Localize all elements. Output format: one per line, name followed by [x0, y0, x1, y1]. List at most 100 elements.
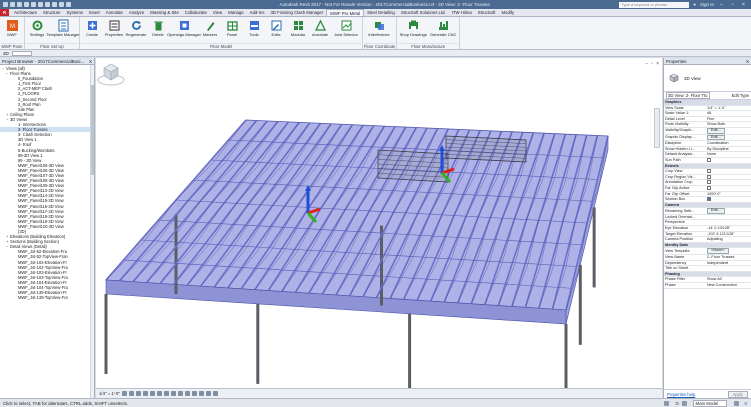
regenerate-button[interactable]: Regenerate: [125, 17, 147, 43]
generate-cnc-button[interactable]: Generate CNC: [428, 17, 458, 43]
property-checkbox[interactable]: [707, 180, 711, 185]
tab-annotate[interactable]: Annotate: [103, 9, 126, 16]
property-value[interactable]: New Construction: [706, 282, 751, 289]
type-selector[interactable]: 3D View: [664, 65, 751, 92]
view-control-icon[interactable]: [135, 391, 141, 396]
tab-massing-site[interactable]: Massing & Site: [147, 9, 182, 16]
ribbon-button-label: Delete: [152, 32, 164, 37]
tab-r[interactable]: R: [0, 9, 10, 16]
close-icon[interactable]: X: [89, 58, 92, 64]
quick-access-toolbar[interactable]: [0, 2, 150, 7]
tab-mwf-pro-metal[interactable]: MWF Pro Metal: [326, 9, 365, 16]
markers-button[interactable]: Markers: [199, 17, 221, 43]
search-input[interactable]: Type a keyword or phrase: [619, 1, 690, 8]
view-control-icon[interactable]: [191, 391, 197, 396]
tab-strucsoft[interactable]: StrucSoft: [475, 9, 499, 16]
view-control-icon[interactable]: [121, 391, 127, 396]
tab-systems[interactable]: Systems: [63, 9, 85, 16]
delete-button[interactable]: Delete: [147, 17, 169, 43]
viewcube-icon[interactable]: [96, 58, 126, 88]
tab-insert[interactable]: Insert: [86, 9, 103, 16]
interference-button[interactable]: Interference: [364, 17, 394, 43]
view-control-icon[interactable]: [198, 391, 204, 396]
sign-in-button[interactable]: Sign In: [700, 2, 714, 7]
property-edit-button[interactable]: Edit...: [707, 208, 725, 214]
tab-add-ins[interactable]: Add-Ins: [247, 9, 268, 16]
edit-type-button[interactable]: Edit Type: [732, 93, 749, 98]
browser-scrollbar[interactable]: [90, 65, 94, 398]
tab-3d-framing-clash-manager[interactable]: 3D Framing Clash Manager: [267, 9, 326, 16]
instance-selector[interactable]: 3D View: 2- Floor Tru: [666, 92, 710, 99]
property-checkbox[interactable]: [707, 174, 711, 179]
property-edit-button[interactable]: Edit...: [707, 134, 725, 140]
property-edit-button[interactable]: Edit...: [707, 127, 725, 134]
tab-steel-detailing[interactable]: Steel Detailing: [364, 9, 398, 16]
openings-manager-button[interactable]: Openings Manager: [167, 17, 201, 43]
options-field[interactable]: [11, 50, 32, 56]
settings-button[interactable]: Settings: [26, 17, 48, 43]
ribbon-button-label: Tools: [249, 32, 259, 37]
property-edit-button[interactable]: <None>: [707, 248, 729, 254]
maximize-button[interactable]: ▫: [729, 2, 736, 8]
view-control-icon[interactable]: [156, 391, 162, 396]
worksets-icon[interactable]: [663, 400, 669, 406]
view-minimize-icon[interactable]: −: [645, 61, 648, 67]
view-control-icon[interactable]: [177, 391, 183, 396]
mwf-button[interactable]: M MWF: [1, 17, 23, 43]
properties-button[interactable]: Properties: [103, 17, 125, 43]
annotate-button[interactable]: Annotate: [309, 17, 331, 43]
steel-column: [256, 303, 260, 384]
property-checkbox[interactable]: [707, 169, 711, 174]
3d-viewport[interactable]: − ▫ ×: [96, 58, 662, 388]
create-icon: [87, 21, 97, 30]
tools-icon: [249, 21, 259, 30]
shop-drawings-button[interactable]: Shop Drawings: [398, 17, 428, 43]
panel-button[interactable]: Panel: [221, 17, 243, 43]
tab-itw-hilma[interactable]: ITW Hilma: [449, 9, 475, 16]
tab-modify[interactable]: Modify: [498, 9, 517, 16]
close-window-button[interactable]: ×: [740, 2, 747, 8]
view-control-icon[interactable]: [205, 391, 211, 396]
edits-button[interactable]: Edits: [265, 17, 287, 43]
tab-strucsoft-solutions-ltd-[interactable]: StrucSoft Solutions Ltd.: [398, 9, 449, 16]
create-button[interactable]: Create: [81, 17, 103, 43]
tab-manage[interactable]: Manage: [225, 9, 247, 16]
view-control-icon[interactable]: [184, 391, 190, 396]
truss-model-drawing[interactable]: [96, 58, 662, 388]
view-window-controls[interactable]: − ▫ ×: [645, 61, 659, 67]
minimize-button[interactable]: –: [718, 2, 725, 8]
properties-help-link[interactable]: Properties help: [667, 392, 695, 397]
view-control-icon[interactable]: [142, 391, 148, 396]
design-options-icon[interactable]: [681, 400, 687, 406]
tab-structure[interactable]: Structure: [40, 9, 63, 16]
property-checkbox[interactable]: [707, 185, 711, 190]
view-scale-button[interactable]: 1/4" = 1'-0": [99, 391, 120, 396]
template-manager-button[interactable]: Template Manager: [46, 17, 80, 43]
view-control-icon[interactable]: [170, 391, 176, 396]
modular-icon: [293, 21, 303, 30]
browser-tree-item[interactable]: MWF_Jst-139-TopView-Fra: [0, 295, 94, 300]
property-row: Phase New Construction: [664, 282, 751, 289]
close-icon[interactable]: X: [746, 58, 749, 64]
view-restore-icon[interactable]: ▫: [651, 61, 653, 67]
view-control-icon[interactable]: [212, 391, 218, 396]
tab-architecture[interactable]: Architecture: [11, 9, 40, 16]
tools-button[interactable]: Tools: [243, 17, 265, 43]
apply-button[interactable]: Apply: [727, 390, 748, 398]
joist-selector-button[interactable]: Joist Selector: [331, 17, 361, 43]
view-control-icon[interactable]: [128, 391, 134, 396]
tab-analyze[interactable]: Analyze: [126, 9, 147, 16]
view-control-icon[interactable]: [163, 391, 169, 396]
view-control-icon[interactable]: [149, 391, 155, 396]
tab-view[interactable]: View: [210, 9, 225, 16]
view-close-icon[interactable]: ×: [656, 61, 659, 67]
tab-collaborate[interactable]: Collaborate: [182, 9, 210, 16]
active-model-select[interactable]: Main Model: [692, 399, 727, 407]
filter-icon[interactable]: [733, 400, 739, 406]
user-icon[interactable]: ●: [693, 2, 696, 7]
navigation-bar[interactable]: [654, 108, 660, 148]
property-name: Rendering Setti...: [664, 207, 706, 215]
property-checkbox[interactable]: [707, 197, 711, 202]
property-checkbox[interactable]: [707, 157, 711, 162]
modular-button[interactable]: Modular: [287, 17, 309, 43]
